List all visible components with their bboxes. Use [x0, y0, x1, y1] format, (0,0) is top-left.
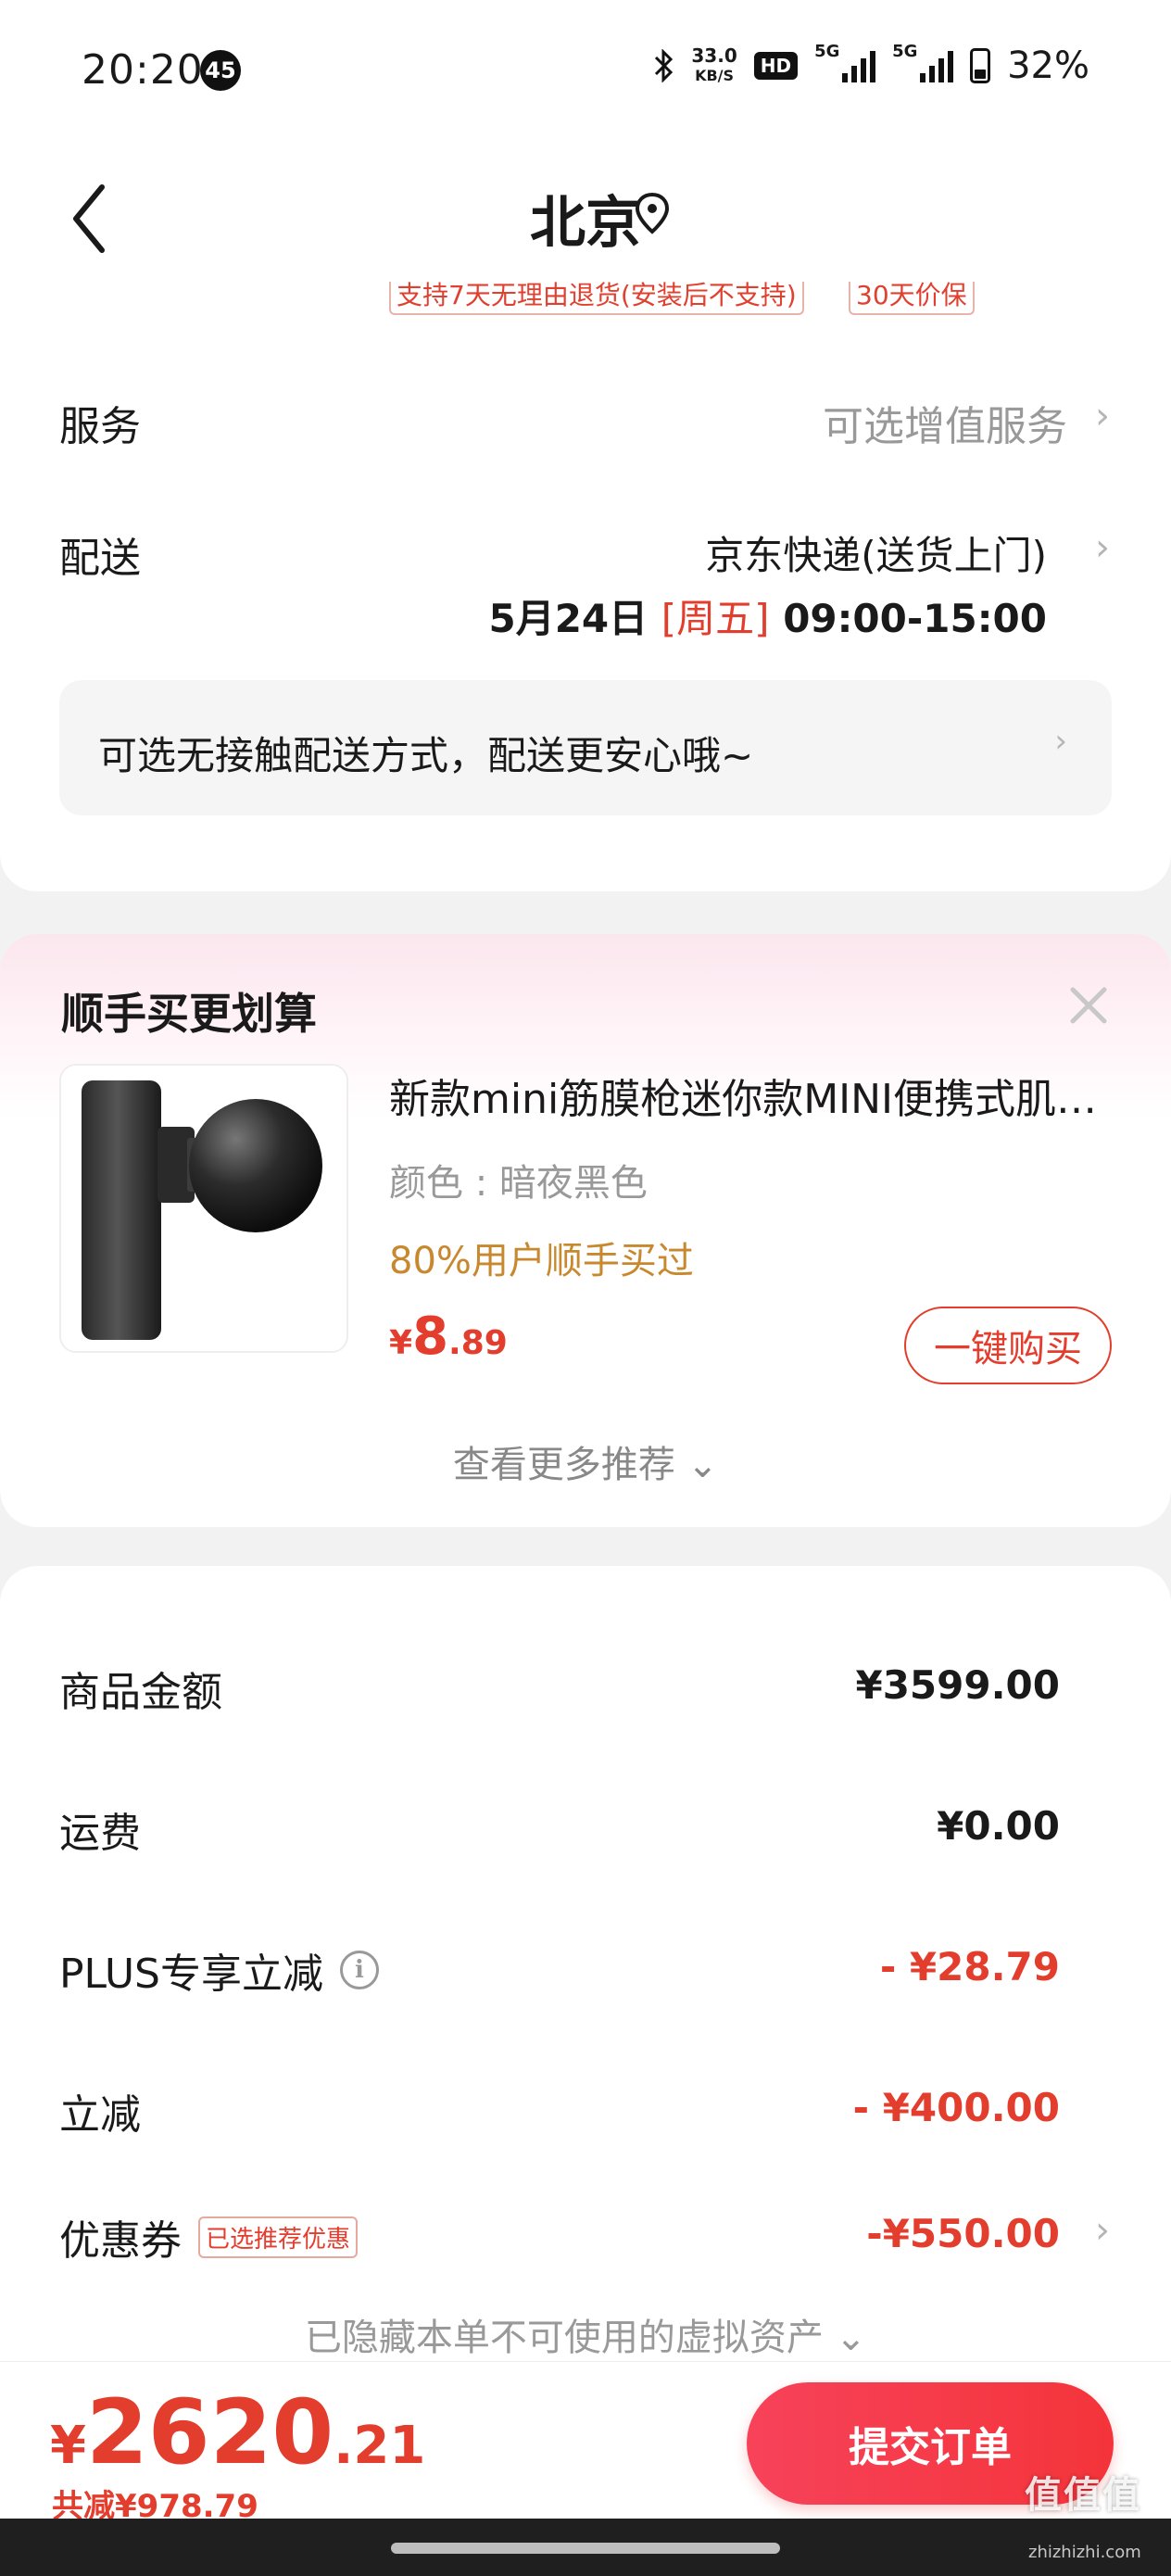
recommend-title: 顺手买更划算 — [61, 989, 317, 1039]
goods-amount-text: 商品金额 — [59, 1669, 222, 1716]
chevron-right-icon[interactable]: › — [1095, 526, 1110, 569]
delivery-label: 配送 — [59, 535, 141, 582]
network-speed-value: 33.0 — [691, 44, 737, 67]
coupon-recommended-tag: 已选推荐优惠 — [198, 2216, 359, 2258]
delivery-carrier[interactable]: 京东快递(送货上门) — [705, 524, 1047, 581]
contactless-delivery-option[interactable]: 可选无接触配送方式，配送更安心哦~ › — [59, 680, 1112, 815]
shipping-value: ¥0.00 — [937, 1803, 1060, 1849]
hd-voice-icon: HD — [753, 52, 799, 80]
signal-label: 5G — [814, 42, 840, 61]
instant-discount-label: 立减 — [59, 2081, 141, 2140]
page-title: 北京 — [530, 191, 641, 256]
shipping-label: 运费 — [59, 1799, 141, 1859]
plus-discount-text: PLUS专享立减 — [59, 1951, 323, 1998]
hidden-virtual-assets-toggle[interactable]: 已隐藏本单不可使用的虚拟资产 ⌄ — [0, 2307, 1171, 2361]
chevron-right-icon[interactable]: › — [1095, 395, 1110, 437]
instant-discount-value: - ¥400.00 — [852, 2085, 1060, 2130]
network-speed-unit: KB/S — [695, 67, 735, 84]
signal-label: 5G — [892, 42, 918, 61]
price-protect-tag: 30天价保 — [849, 282, 975, 315]
page-header: 北京 — [0, 139, 1171, 287]
watermark-logo: 值值值 — [1025, 2474, 1141, 2517]
chevron-right-icon[interactable]: › — [1095, 2209, 1110, 2252]
contactless-text: 可选无接触配送方式，配送更安心哦~ — [98, 733, 754, 778]
plus-discount-value: - ¥28.79 — [879, 1944, 1060, 1989]
goods-amount-value: ¥3599.00 — [855, 1662, 1060, 1708]
order-total: ¥2620.21 — [50, 2380, 425, 2484]
product-image[interactable] — [59, 1064, 348, 1353]
signal-icon: 5G — [892, 42, 954, 82]
total-integer: 2620 — [85, 2380, 334, 2484]
watermark-url: zhizhizhi.com — [1028, 2543, 1141, 2562]
return-policy-tag: 支持7天无理由退货(安装后不支持) — [389, 282, 804, 315]
network-speed: 33.0 KB/S — [691, 45, 737, 86]
status-icons: 33.0 KB/S HD 5G 5G 32% — [652, 42, 1089, 87]
goods-amount-label: 商品金额 — [59, 1659, 222, 1718]
status-bar: 20:20 45 33.0 KB/S HD 5G 5G 32% — [0, 0, 1171, 139]
coupon-row[interactable]: 优惠券 已选推荐优惠 — [59, 2207, 359, 2267]
chevron-right-icon: › — [1054, 723, 1067, 760]
product-spec: 颜色 : 暗夜黑色 — [389, 1162, 648, 1205]
battery-percent: 32% — [1007, 44, 1089, 87]
one-click-buy-button[interactable]: 一键购买 — [904, 1307, 1112, 1384]
checkout-bar: ¥2620.21 共减¥978.79 提交订单 — [0, 2361, 1171, 2525]
coupon-text: 优惠券 — [59, 2217, 182, 2265]
add-on-recommendation-card: 顺手买更划算 新款mini筋膜枪迷你款MINI便携式肌肉按摩器 颜色 : 暗夜黑… — [0, 934, 1171, 1527]
purchase-rate: 80%用户顺手买过 — [389, 1240, 694, 1282]
system-nav-bar — [0, 2519, 1171, 2576]
see-more-recommendations[interactable]: 查看更多推荐 ⌄ — [0, 1434, 1171, 1488]
service-delivery-card: 支持7天无理由退货(安装后不支持) 30天价保 服务 可选增值服务 › 配送 京… — [0, 278, 1171, 891]
delivery-date: 5月24日 — [488, 596, 648, 641]
delivery-time[interactable]: 5月24日 [周五] 09:00-15:00 — [488, 587, 1047, 644]
home-gesture-bar[interactable] — [391, 2543, 780, 2554]
shipping-text: 运费 — [59, 1810, 141, 1857]
clock: 20:20 — [82, 46, 204, 94]
total-decimal: .21 — [334, 2416, 426, 2476]
info-icon[interactable]: i — [340, 1951, 379, 1989]
value-added-service-link[interactable]: 可选增值服务 — [823, 393, 1067, 452]
location-pin-icon[interactable] — [634, 191, 671, 237]
battery-icon — [970, 48, 991, 83]
price-integer: 8 — [412, 1307, 449, 1367]
delivery-weekday: [周五] — [661, 596, 770, 641]
close-icon[interactable] — [1065, 982, 1112, 1029]
total-currency: ¥ — [50, 2416, 86, 2476]
instant-discount-text: 立减 — [59, 2091, 141, 2139]
bluetooth-icon — [655, 49, 674, 82]
plus-discount-label: PLUS专享立减 i — [59, 1940, 379, 2000]
delivery-window: 09:00-15:00 — [783, 596, 1047, 641]
currency-symbol: ¥ — [389, 1324, 413, 1362]
product-name[interactable]: 新款mini筋膜枪迷你款MINI便携式肌肉按摩器 — [389, 1066, 1112, 1125]
coupon-value[interactable]: -¥550.00 — [866, 2211, 1060, 2256]
massage-gun-image — [82, 1080, 322, 1340]
product-price: ¥8.89 — [389, 1307, 508, 1367]
service-label: 服务 — [59, 403, 141, 450]
notification-count-badge: 45 — [200, 50, 241, 91]
price-decimal: .89 — [448, 1324, 508, 1362]
signal-icon: 5G — [814, 42, 876, 82]
